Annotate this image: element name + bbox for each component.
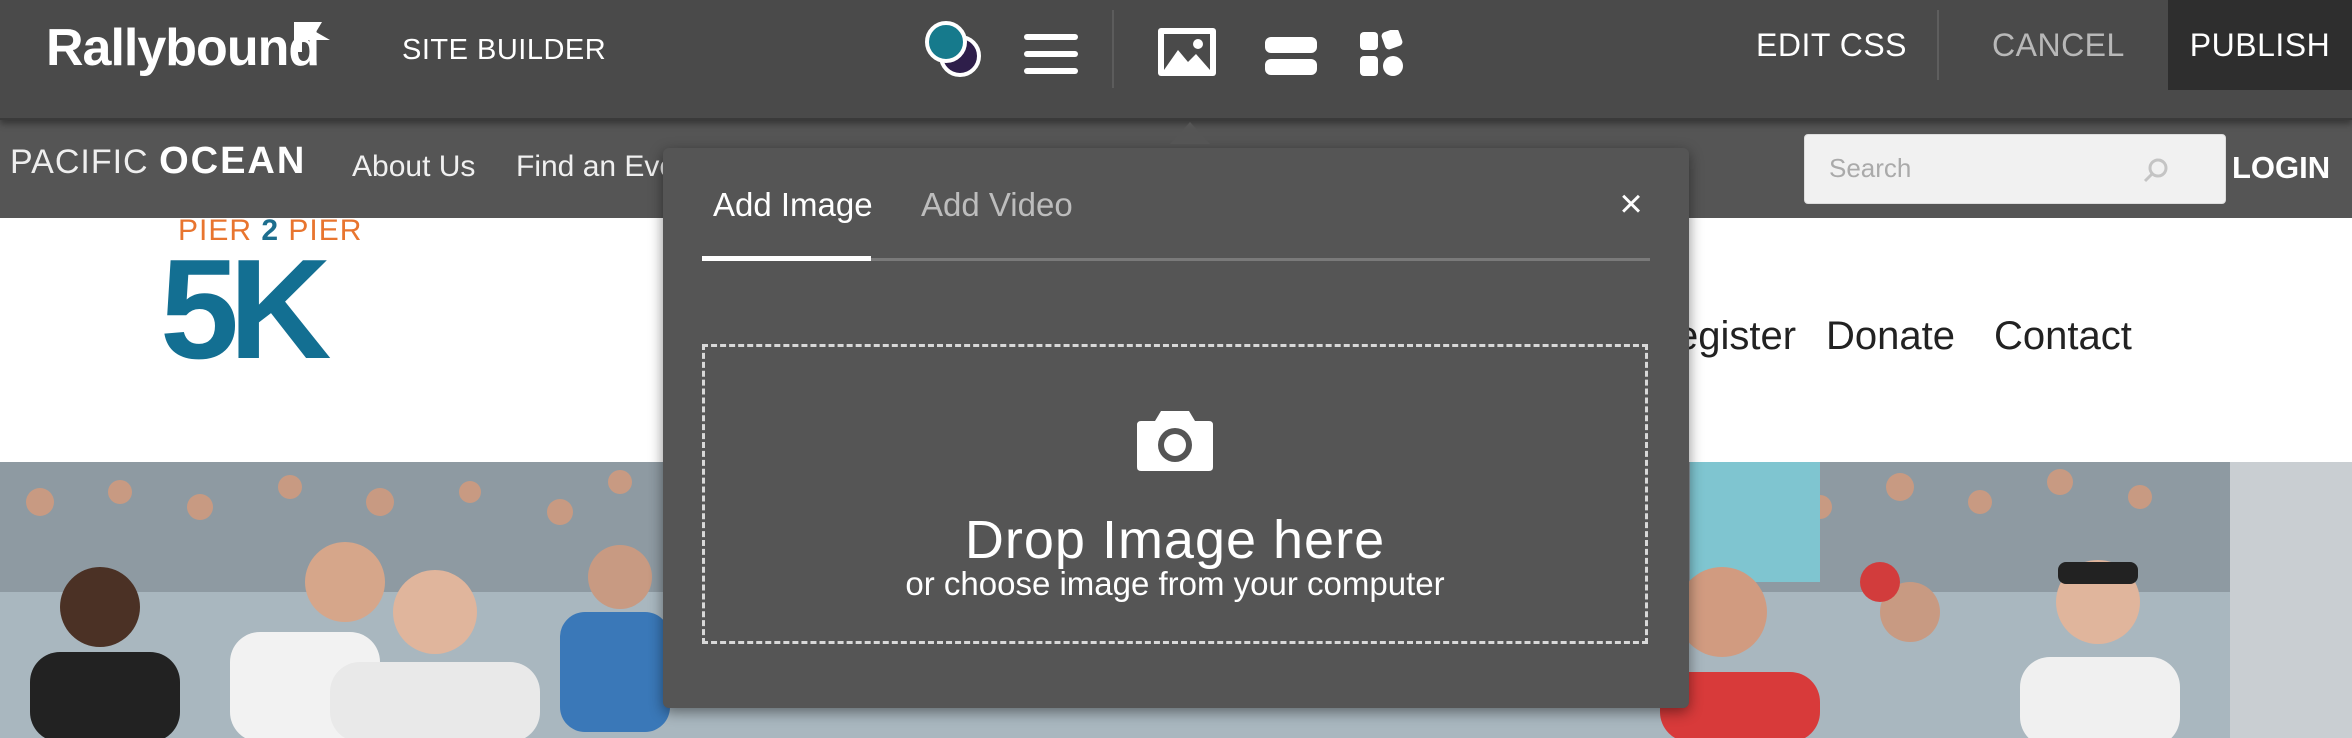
popover-caret (1170, 122, 1210, 144)
nav-link-find-event[interactable]: Find an Eve (516, 150, 676, 184)
publish-button[interactable]: PUBLISH (2168, 0, 2352, 90)
cancel-button[interactable]: CANCEL (1992, 0, 2125, 90)
edit-css-button[interactable]: EDIT CSS (1756, 0, 1907, 90)
rallybound-logo[interactable]: Rallybound (46, 18, 320, 78)
header-nav-donate[interactable]: Donate (1826, 314, 1955, 359)
close-icon[interactable]: × (1609, 182, 1653, 226)
toolbar-divider (1937, 10, 1939, 80)
search-input[interactable]: Search (1804, 134, 2226, 204)
builder-toolbar: Rallybound SITE BUILDER EDIT CSS CANCEL … (0, 0, 2352, 120)
tab-add-image[interactable]: Add Image (713, 186, 873, 224)
header-nav-contact[interactable]: Contact (1994, 314, 2132, 359)
image-icon[interactable] (1156, 26, 1218, 78)
camera-icon (1137, 411, 1213, 471)
site-builder-label: SITE BUILDER (402, 34, 607, 66)
logo-5k: 5K (160, 230, 332, 389)
drop-title: Drop Image here (964, 510, 1386, 570)
widgets-icon[interactable] (1358, 30, 1406, 78)
brand-bold: OCEAN (159, 140, 307, 182)
tab-add-video[interactable]: Add Video (921, 186, 1073, 224)
search-icon[interactable] (2143, 157, 2169, 183)
nav-link-about[interactable]: About Us (352, 150, 475, 184)
site-brand[interactable]: PACIFIC OCEAN (10, 140, 306, 183)
menu-icon[interactable] (1022, 32, 1080, 76)
search-placeholder: Search (1829, 153, 1912, 183)
image-dropzone[interactable]: Drop Image here or choose image from you… (702, 344, 1648, 644)
toolbar-divider (1112, 10, 1114, 88)
theme-colors-icon[interactable] (924, 20, 984, 80)
login-link[interactable]: LOGIN (2232, 150, 2330, 186)
choose-file-link[interactable]: or choose image from your computer (705, 565, 1645, 603)
header-nav-register[interactable]: egister (1676, 314, 1796, 359)
add-media-dialog: Add Image Add Video × Drop Image here or… (663, 148, 1689, 708)
flag-icon (294, 22, 330, 52)
section-icon[interactable] (1264, 36, 1318, 76)
active-tab-indicator (702, 256, 871, 261)
brand-light: PACIFIC (10, 143, 149, 181)
